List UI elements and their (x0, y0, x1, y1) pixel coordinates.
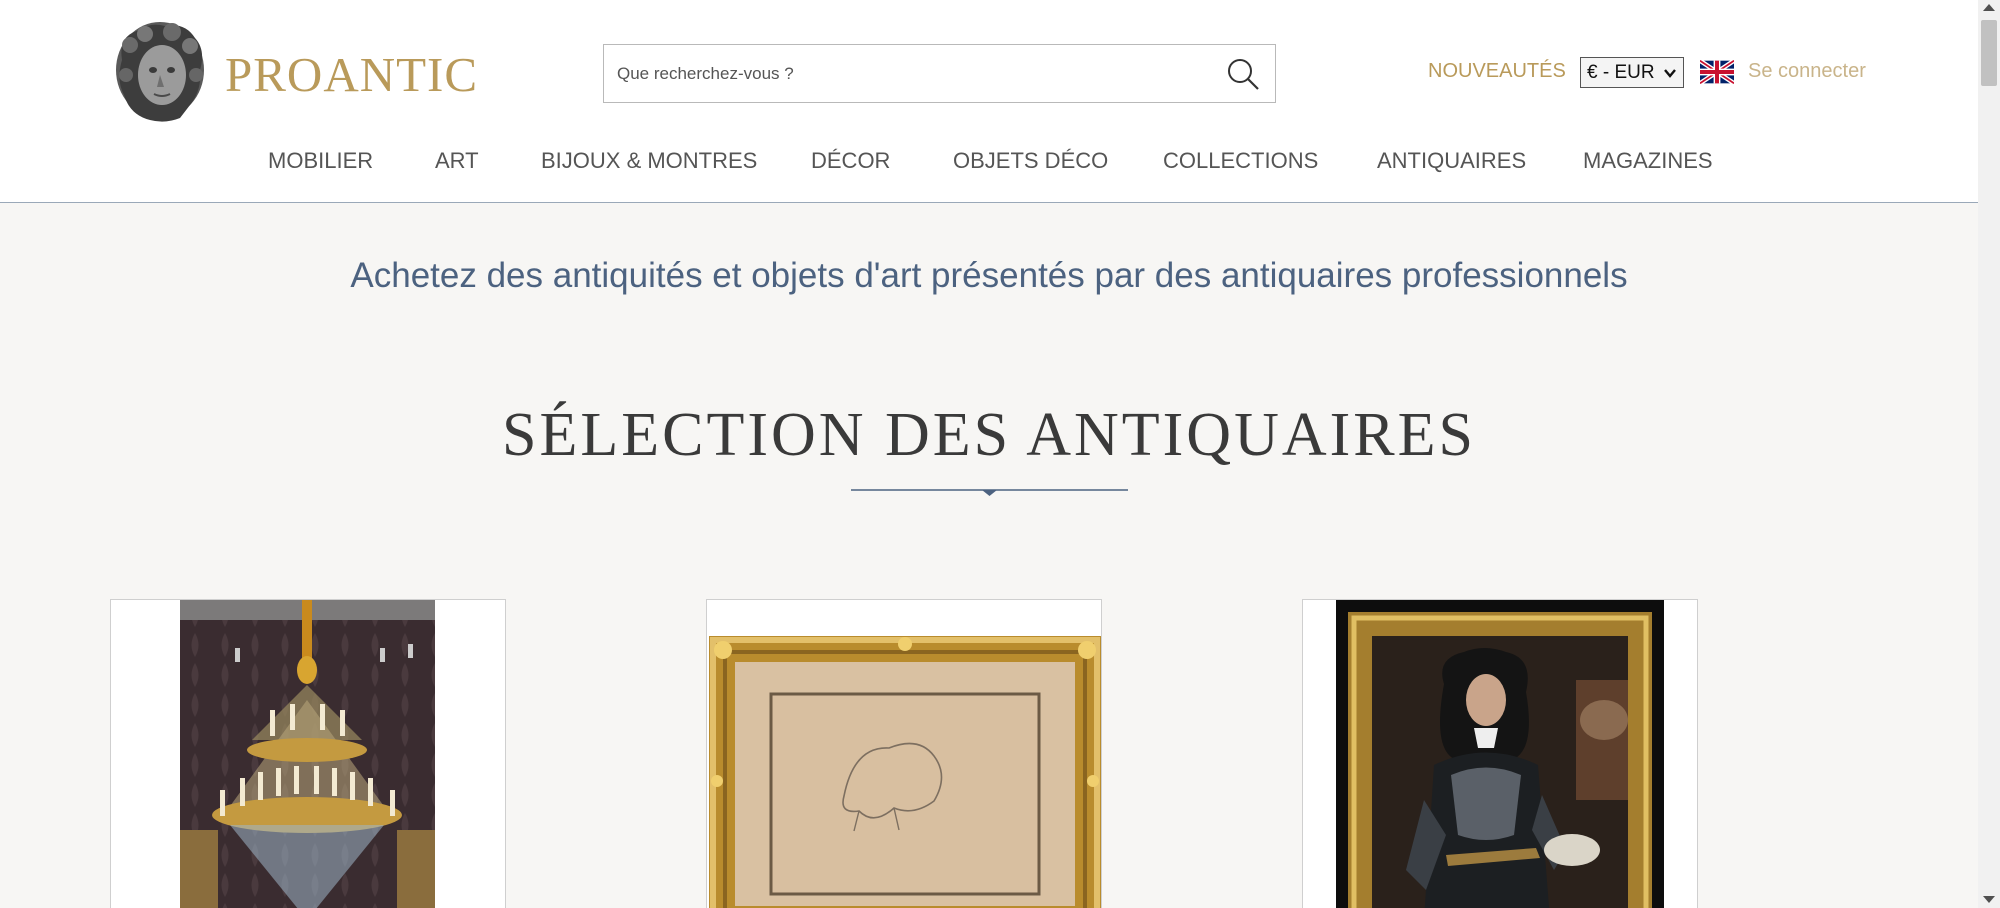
scroll-down-icon[interactable] (1983, 896, 1995, 903)
page-tagline: Achetez des antiquités et objets d'art p… (350, 256, 1628, 295)
framed-drawing-image[interactable] (709, 636, 1101, 908)
nav-item-antiquaires[interactable]: ANTIQUAIRES (1377, 148, 1526, 174)
section-divider (851, 489, 1128, 496)
nav-item-mobilier[interactable]: MOBILIER (268, 148, 373, 174)
section-title: SÉLECTION DES ANTIQUAIRES (502, 401, 1476, 469)
nav-item-objets-deco[interactable]: OBJETS DÉCO (953, 148, 1108, 174)
scrollbar-thumb[interactable] (1981, 20, 1997, 86)
logo-bust-icon[interactable] (110, 20, 210, 124)
login-link[interactable]: Se connecter (1748, 60, 1866, 83)
nav-item-art[interactable]: ART (435, 148, 479, 174)
portrait-painting-image[interactable] (1336, 600, 1664, 908)
currency-value: € - EUR (1587, 61, 1655, 83)
nav-item-bijoux-montres[interactable]: BIJOUX & MONTRES (541, 148, 757, 174)
currency-select[interactable]: € - EUR (1580, 57, 1684, 88)
main-nav: MOBILIER ART BIJOUX & MONTRES DÉCOR OBJE… (0, 148, 1978, 178)
uk-flag-icon[interactable] (1700, 60, 1734, 84)
search-input[interactable] (604, 45, 1204, 102)
nav-item-collections[interactable]: COLLECTIONS (1163, 148, 1318, 174)
chandelier-image[interactable] (180, 600, 435, 908)
new-arrivals-link[interactable]: NOUVEAUTÉS (1428, 60, 1566, 83)
site-header: PROANTIC NOUVEAUTÉS € - EUR Se connecter… (0, 0, 1978, 203)
brand-name[interactable]: PROANTIC (225, 46, 478, 103)
page-scrollbar[interactable] (1978, 0, 2000, 908)
product-card[interactable] (110, 599, 506, 908)
nav-item-decor[interactable]: DÉCOR (811, 148, 890, 174)
nav-item-magazines[interactable]: MAGAZINES (1583, 148, 1713, 174)
product-card[interactable] (1302, 599, 1698, 908)
search-bar (603, 44, 1276, 103)
scroll-up-icon[interactable] (1983, 4, 1995, 11)
chevron-down-icon (1664, 69, 1676, 78)
search-icon[interactable] (1225, 56, 1261, 92)
product-card[interactable] (706, 599, 1102, 908)
